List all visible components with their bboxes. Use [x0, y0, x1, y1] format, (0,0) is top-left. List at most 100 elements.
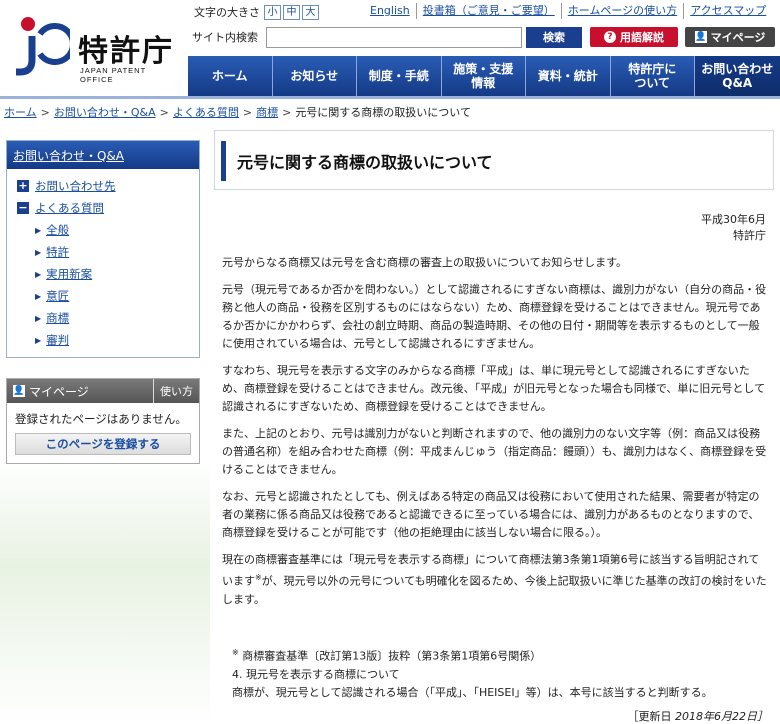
- sidebar-item-utility-model[interactable]: ▶ 実用新案: [35, 263, 191, 285]
- sidebar: お問い合わせ・Q&A + お問い合わせ先 − よくある質問 ▶ 全般 ▶ 特許 ▶ 実…: [6, 140, 200, 464]
- sidebar-item-trademark[interactable]: ▶ 商標: [35, 307, 191, 329]
- update-date: ［更新日 2018年6月22日］: [628, 708, 769, 724]
- mypage-empty-note: 登録されたページはありません。: [15, 412, 187, 426]
- header-divider: [0, 96, 780, 99]
- sidebar-sub-label[interactable]: 商標: [46, 310, 69, 326]
- paragraph-4: なお、元号と認識されたとしても、例えばある特定の商品又は役務において使用された結…: [222, 490, 760, 539]
- breadcrumb-home[interactable]: ホーム: [4, 104, 37, 120]
- font-size-control: 文字の大きさ 小 中 大: [194, 3, 321, 21]
- note-block: ※ 商標審査基準〔改訂第13版〕抜粋（第3条第1項第6号関係） 4. 現元号を表…: [232, 644, 772, 702]
- logo-subtext: JAPAN PATENT OFFICE: [80, 66, 147, 84]
- sidebar-item-label[interactable]: よくある質問: [35, 200, 104, 216]
- publish-date: 平成30年6月: [701, 213, 766, 226]
- global-nav: ホーム お知らせ 制度・手続 施策・支援 情報 資料・統計 特許庁に ついて お…: [188, 56, 780, 96]
- note-line-3: 商標が、現元号として認識される場合（「平成」、「HEISEI」等）は、本号に該当…: [232, 685, 713, 699]
- breadcrumb: ホーム > お問い合わせ・Q&A > よくある質問 > 商標 > 元号に関する商…: [4, 104, 471, 120]
- sidebar-body: + お問い合わせ先 − よくある質問 ▶ 全般 ▶ 特許 ▶ 実用新案 ▶ 意匠 ▶ 商標…: [7, 169, 199, 357]
- update-label: ［更新日: [627, 710, 672, 723]
- paragraph-1: 元号（現元号であるか否かを問わない。）として認識されるにすぎない商標は、識別力が…: [222, 283, 767, 350]
- sidebar-item-appeal[interactable]: ▶ 審判: [35, 329, 191, 351]
- nav-home[interactable]: ホーム: [188, 56, 273, 96]
- breadcrumb-faq[interactable]: よくある質問: [173, 104, 239, 120]
- site-header: 特許庁 JAPAN PATENT OFFICE 文字の大きさ 小 中 大 Eng…: [0, 0, 780, 96]
- sidebar-item-contact[interactable]: + お問い合わせ先: [17, 175, 191, 197]
- date-block: 平成30年6月 特許庁: [214, 212, 766, 244]
- breadcrumb-contact-qa[interactable]: お問い合わせ・Q&A: [54, 104, 156, 120]
- mypage-panel-body: 登録されたページはありません。 このページを登録する: [7, 403, 199, 463]
- sidebar-sub-label[interactable]: 意匠: [46, 288, 69, 304]
- font-size-large-button[interactable]: 大: [302, 4, 319, 20]
- sidebar-item-general[interactable]: ▶ 全般: [35, 219, 191, 241]
- breadcrumb-separator: >: [282, 105, 292, 119]
- note-line-1-text: 商標審査基準〔改訂第13版〕抜粋（第3条第1項第6号関係）: [242, 649, 542, 663]
- jpo-logo[interactable]: 特許庁 JAPAN PATENT OFFICE: [10, 14, 180, 84]
- mypage-howto-button[interactable]: 使い方: [153, 379, 199, 403]
- feedback-link[interactable]: 投書箱（ご意見・ご要望）: [417, 3, 562, 19]
- nav-news[interactable]: お知らせ: [272, 56, 357, 96]
- nav-policy[interactable]: 施策・支援 情報: [441, 56, 526, 96]
- question-icon: ?: [604, 31, 616, 43]
- triangle-right-icon: ▶: [35, 313, 42, 323]
- sidebar-sub-label[interactable]: 実用新案: [46, 266, 92, 282]
- nav-contact-qa[interactable]: お問い合わせ Q&A: [695, 56, 780, 96]
- note-line-1: ※ 商標審査基準〔改訂第13版〕抜粋（第3条第1項第6号関係）: [232, 644, 772, 666]
- mypage-button-label: マイページ: [710, 31, 766, 44]
- sidebar-item-patent[interactable]: ▶ 特許: [35, 241, 191, 263]
- site-search: サイト内検索 検索: [192, 26, 582, 48]
- mypage-button[interactable]: 👤 マイページ: [685, 27, 775, 47]
- font-size-label: 文字の大きさ: [194, 6, 260, 19]
- glossary-button[interactable]: ? 用語解説: [590, 27, 678, 47]
- top-links: English 投書箱（ご意見・ご要望） ホームページの使い方 アクセスマップ: [364, 3, 772, 19]
- sidebar-head-label: お問い合わせ・Q&A: [13, 148, 125, 163]
- nav-procedures[interactable]: 制度・手続: [357, 56, 442, 96]
- note-mark: ※: [232, 648, 239, 657]
- note-reference-mark: ※: [255, 573, 262, 582]
- triangle-right-icon: ▶: [35, 335, 42, 345]
- glossary-button-label: 用語解説: [620, 31, 664, 44]
- font-size-small-button[interactable]: 小: [264, 4, 281, 20]
- update-date-value: 2018年6月22日］: [675, 710, 768, 723]
- main-content: 元号に関する商標の取扱いについて 平成30年6月 特許庁 元号からなる商標又は元…: [214, 130, 774, 723]
- jpo-logo-mark-icon: [16, 17, 70, 76]
- nav-about[interactable]: 特許庁に ついて: [610, 56, 695, 96]
- breadcrumb-separator: >: [159, 105, 169, 119]
- breadcrumb-separator: >: [242, 105, 253, 119]
- triangle-right-icon: ▶: [35, 247, 42, 257]
- search-input[interactable]: [266, 26, 522, 48]
- breadcrumb-current: 元号に関する商標の取扱いについて: [295, 106, 471, 119]
- note-line-2: 4. 現元号を表示する商標について: [232, 667, 400, 681]
- breadcrumb-separator: >: [40, 105, 50, 119]
- sidebar-sub-label[interactable]: 審判: [46, 332, 69, 348]
- faq-sub-list: ▶ 全般 ▶ 特許 ▶ 実用新案 ▶ 意匠 ▶ 商標 ▶ 審判: [35, 219, 191, 351]
- access-map-link[interactable]: アクセスマップ: [684, 3, 772, 19]
- sidebar-item-faq[interactable]: − よくある質問: [17, 197, 191, 219]
- paragraph-5: 現在の商標審査基準には「現元号を表示する商標」について商標法第3条第1項第6号に…: [222, 551, 770, 609]
- register-page-button[interactable]: このページを登録する: [15, 433, 191, 455]
- user-icon: 👤: [13, 385, 25, 397]
- sidebar-sub-label[interactable]: 特許: [46, 244, 69, 260]
- search-button[interactable]: 検索: [526, 26, 582, 48]
- sidebar-item-label[interactable]: お問い合わせ先: [35, 178, 116, 194]
- sidebar-item-design[interactable]: ▶ 意匠: [35, 285, 191, 307]
- mypage-panel-head: 👤 マイページ 使い方: [7, 379, 199, 403]
- mypage-panel-title: マイページ: [29, 384, 89, 399]
- sidebar-menu: お問い合わせ・Q&A + お問い合わせ先 − よくある質問 ▶ 全般 ▶ 特許 ▶ 実…: [6, 140, 200, 358]
- publisher: 特許庁: [733, 229, 766, 242]
- logo-text: 特許庁: [78, 34, 174, 69]
- sidebar-head[interactable]: お問い合わせ・Q&A: [7, 141, 199, 169]
- triangle-right-icon: ▶: [35, 269, 42, 279]
- plus-icon: +: [17, 179, 29, 192]
- triangle-right-icon: ▶: [35, 291, 42, 301]
- paragraph-3: また、上記のとおり、元号は識別力がないと判断されますので、他の識別力のない文字等…: [222, 427, 767, 476]
- sidebar-sub-label[interactable]: 全般: [46, 222, 69, 238]
- font-size-medium-button[interactable]: 中: [283, 4, 300, 20]
- paragraph-intro: 元号からなる商標又は元号を含む商標の審査上の取扱いについてお知らせします。: [222, 256, 628, 269]
- paragraph-5-b: が、現元号以外の元号についても明確化を図るため、今後上記取扱いに準じた基準の改訂…: [222, 574, 767, 606]
- mypage-panel: 👤 マイページ 使い方 登録されたページはありません。 このページを登録する: [6, 378, 200, 464]
- breadcrumb-trademark[interactable]: 商標: [256, 104, 278, 120]
- nav-statistics[interactable]: 資料・統計: [526, 56, 611, 96]
- english-link[interactable]: English: [364, 3, 417, 19]
- sidebar-background: [0, 460, 210, 724]
- search-label: サイト内検索: [192, 31, 258, 44]
- howto-link[interactable]: ホームページの使い方: [562, 3, 685, 19]
